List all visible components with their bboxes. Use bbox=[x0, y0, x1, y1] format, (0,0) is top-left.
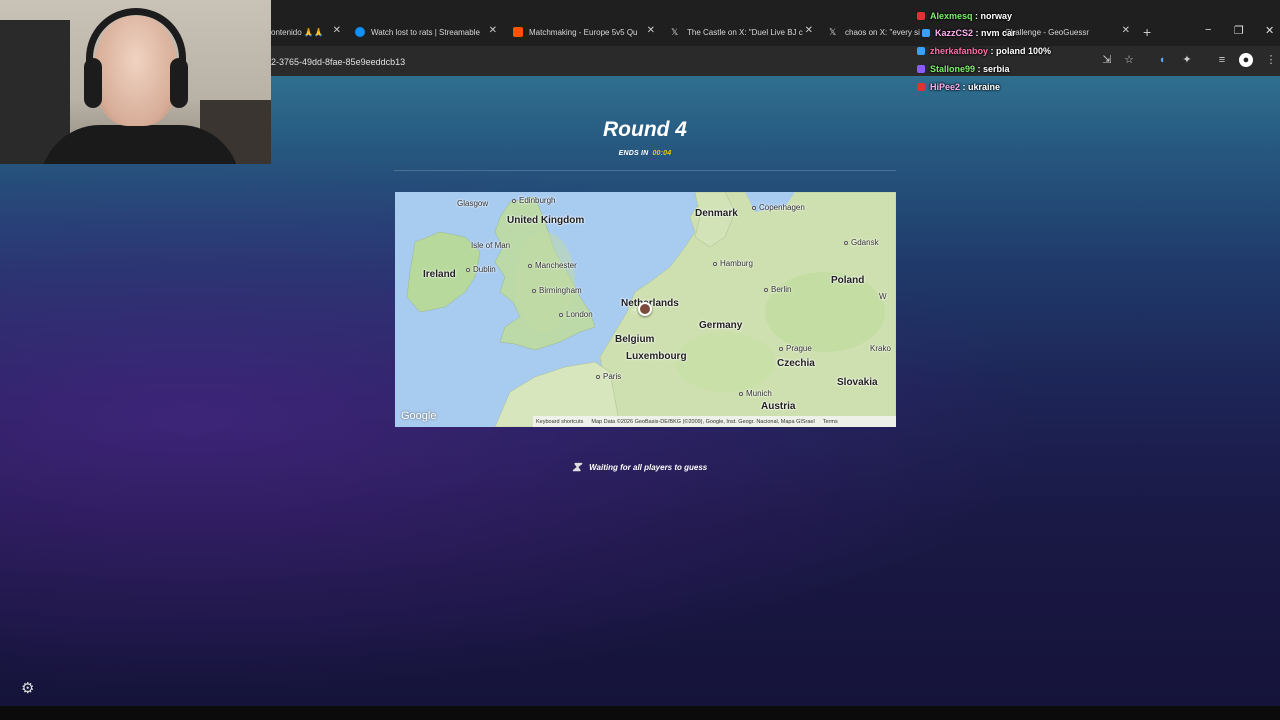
tab-label: Challenge - GeoGuessr bbox=[1005, 27, 1090, 37]
settings-gear-icon[interactable]: ⚙ bbox=[21, 679, 34, 697]
map-attribution: Keyboard shortcuts Map Data ©2026 GeoBas… bbox=[533, 416, 896, 427]
browser-tab[interactable]: Matchmaking - Europe 5v5 Qu ✕ bbox=[513, 22, 655, 42]
map-label-country: Germany bbox=[699, 320, 743, 331]
bottom-strip bbox=[0, 706, 1280, 720]
google-logo: Google bbox=[401, 410, 437, 422]
chat-badge-icon bbox=[922, 29, 930, 37]
map-label-country: United Kingdom bbox=[507, 215, 585, 226]
chat-message: KazzCS2 : nvm car bbox=[922, 28, 1016, 38]
tab-close-icon[interactable]: ✕ bbox=[647, 25, 655, 36]
timer-value: 00:04 bbox=[652, 150, 672, 157]
map-label-country: Poland bbox=[831, 275, 865, 286]
map-label-city: Dublin bbox=[466, 265, 496, 274]
install-app-icon[interactable]: ⇲ bbox=[1100, 53, 1114, 67]
map-label-city: Isle of Man bbox=[471, 241, 511, 250]
map-label-city: Birmingham bbox=[532, 286, 582, 295]
divider bbox=[394, 170, 896, 171]
map-label-city: Manchester bbox=[528, 261, 577, 270]
map-data-text: Map Data ©2026 GeoBasis-DE/BKG (©2009), … bbox=[591, 418, 815, 425]
ends-in-label: ENDS IN bbox=[618, 150, 649, 157]
map-label-city: Paris bbox=[596, 372, 621, 381]
headphone-right bbox=[170, 58, 188, 108]
browser-tab[interactable]: ontenido 🙏🙏 ✕ bbox=[271, 22, 341, 42]
profile-icon[interactable]: ● bbox=[1239, 53, 1253, 67]
map-label-city: Krako bbox=[870, 344, 891, 353]
streamable-favicon-icon bbox=[355, 27, 365, 37]
restore-button[interactable]: ❐ bbox=[1234, 24, 1244, 37]
map-label-country: Slovakia bbox=[837, 377, 878, 388]
round-timer: ENDS IN 00:04 bbox=[560, 150, 730, 157]
map-label-country: Czechia bbox=[777, 358, 815, 369]
chat-message: zherkafanboy : poland 100% bbox=[917, 46, 1051, 56]
map-label-city: Copenhagen bbox=[752, 203, 805, 212]
minimize-button[interactable]: − bbox=[1205, 24, 1211, 36]
map-label-country: Belgium bbox=[615, 334, 655, 345]
extensions-icon[interactable]: ✦ bbox=[1180, 53, 1194, 67]
browser-tab[interactable]: 𝕏 The Castle on X: "Duel Live BJ c ✕ bbox=[671, 22, 813, 42]
chat-badge-icon bbox=[917, 83, 925, 91]
hand-cursor-icon: ☝ bbox=[631, 306, 638, 317]
waiting-text: Waiting for all players to guess bbox=[589, 462, 708, 472]
map-label-city: Hamburg bbox=[713, 259, 753, 268]
tab-label: The Castle on X: "Duel Live BJ c bbox=[687, 27, 803, 37]
tab-close-icon[interactable]: ✕ bbox=[333, 25, 341, 36]
chat-message: HiPee2 : ukraine bbox=[917, 82, 1000, 92]
menu-icon[interactable]: ⋮ bbox=[1264, 53, 1278, 67]
x-favicon-icon: 𝕏 bbox=[829, 27, 837, 37]
webcam-overlay bbox=[0, 0, 271, 164]
url-text[interactable]: 2-3765-49dd-8fae-85e9eeddcb13 bbox=[271, 57, 405, 67]
map-label-city: Glasgow bbox=[457, 199, 489, 208]
faceit-favicon-icon bbox=[513, 27, 523, 37]
headphones-band bbox=[86, 8, 186, 68]
map-label-city: Munich bbox=[739, 389, 772, 398]
x-favicon-icon: 𝕏 bbox=[671, 27, 679, 37]
tab-close-icon[interactable]: ✕ bbox=[805, 25, 813, 36]
chat-message: Alexmesq : norway bbox=[917, 11, 1012, 21]
map-label-country: Denmark bbox=[695, 208, 738, 219]
browser-tab[interactable]: 𝕏 chaos on X: "every si bbox=[829, 22, 929, 42]
map-label-city: London bbox=[559, 310, 593, 319]
guess-map[interactable]: United Kingdom Ireland Denmark Netherlan… bbox=[395, 192, 896, 427]
player-guess-marker[interactable] bbox=[638, 302, 652, 316]
chat-badge-icon bbox=[917, 47, 925, 55]
tab-label: ontenido 🙏🙏 bbox=[271, 27, 324, 37]
headphone-left bbox=[84, 58, 102, 108]
map-label-city: Edinburgh bbox=[512, 196, 555, 205]
round-title: Round 4 bbox=[603, 118, 687, 141]
map-label-city: W bbox=[879, 292, 887, 301]
close-window-button[interactable]: ✕ bbox=[1265, 24, 1274, 37]
keyboard-shortcuts-link[interactable]: Keyboard shortcuts bbox=[536, 419, 583, 425]
tab-close-icon[interactable]: ✕ bbox=[1122, 25, 1130, 36]
tab-close-icon[interactable]: ✕ bbox=[489, 25, 497, 36]
browser-tab[interactable]: Watch lost to rats | Streamable ✕ bbox=[355, 22, 497, 42]
audio-icon[interactable]: ◖ bbox=[1155, 53, 1169, 67]
hourglass-icon: ⧗ bbox=[572, 459, 582, 474]
chat-badge-icon bbox=[917, 12, 925, 20]
tab-label: Matchmaking - Europe 5v5 Qu bbox=[529, 27, 638, 37]
chat-badge-icon bbox=[917, 65, 925, 73]
tab-label: Watch lost to rats | Streamable bbox=[371, 27, 480, 37]
new-tab-button[interactable]: + bbox=[1143, 24, 1151, 40]
map-label-country: Ireland bbox=[423, 269, 456, 280]
star-icon[interactable]: ☆ bbox=[1122, 53, 1136, 67]
map-label-city: Gdansk bbox=[844, 238, 879, 247]
chat-message: Stallone99 : serbia bbox=[917, 64, 1010, 74]
map-label-country: Austria bbox=[761, 401, 796, 412]
map-label-city: Berlin bbox=[764, 285, 791, 294]
tab-label: chaos on X: "every si bbox=[845, 27, 920, 37]
map-label-city: Prague bbox=[779, 344, 812, 353]
terms-link[interactable]: Terms bbox=[823, 419, 838, 425]
waiting-status: ⧗ Waiting for all players to guess bbox=[572, 457, 707, 477]
browser-tab-active[interactable]: Challenge - GeoGuessr ✕ bbox=[1005, 22, 1130, 42]
media-control-icon[interactable]: ≡ bbox=[1215, 53, 1229, 67]
map-label-country: Luxembourg bbox=[626, 351, 687, 362]
